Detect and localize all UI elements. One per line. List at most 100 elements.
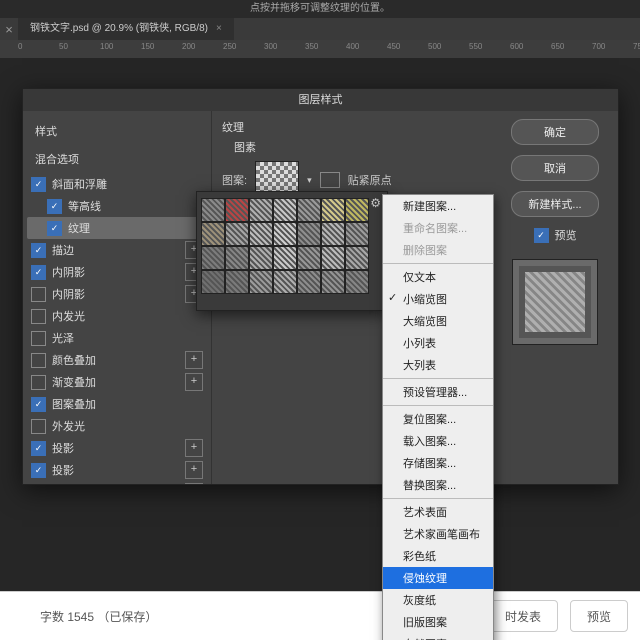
style-row[interactable]: 内阴影+ — [27, 283, 207, 305]
pattern-swatch-item[interactable] — [201, 270, 225, 294]
pattern-swatch-item[interactable] — [201, 198, 225, 222]
pattern-swatch-item[interactable] — [321, 198, 345, 222]
menu-item[interactable]: 存储图案... — [383, 452, 493, 474]
gear-icon[interactable]: ⚙ — [370, 196, 381, 210]
add-effect-icon[interactable]: + — [185, 439, 203, 457]
style-row[interactable]: 内发光 — [27, 305, 207, 327]
ok-button[interactable]: 确定 — [511, 119, 599, 145]
menu-item[interactable]: 仅文本 — [383, 266, 493, 288]
style-row[interactable]: ✓斜面和浮雕 — [27, 173, 207, 195]
pattern-swatch-item[interactable] — [225, 246, 249, 270]
cancel-button[interactable]: 取消 — [511, 155, 599, 181]
pattern-swatch-item[interactable] — [249, 198, 273, 222]
pattern-swatch-item[interactable] — [297, 198, 321, 222]
close-doc-button[interactable]: × — [0, 22, 18, 37]
menu-item[interactable]: 预设管理器... — [383, 381, 493, 403]
pattern-swatch-item[interactable] — [225, 222, 249, 246]
checkbox-icon[interactable] — [31, 331, 46, 346]
style-row[interactable]: ✓纹理 — [27, 217, 207, 239]
checkbox-icon[interactable] — [31, 309, 46, 324]
style-row[interactable]: ✓等高线 — [27, 195, 207, 217]
style-row[interactable]: 渐变叠加+ — [27, 371, 207, 393]
new-style-button[interactable]: 新建样式... — [511, 191, 599, 217]
checkbox-icon[interactable]: ✓ — [31, 441, 46, 456]
styles-header[interactable]: 样式 — [27, 117, 207, 145]
menu-item: 删除图案 — [383, 239, 493, 261]
checkbox-icon[interactable] — [31, 353, 46, 368]
pattern-swatch-item[interactable] — [321, 246, 345, 270]
style-row[interactable]: ✓图案叠加 — [27, 393, 207, 415]
menu-item[interactable]: 艺术家画笔画布 — [383, 523, 493, 545]
close-icon[interactable]: × — [216, 18, 222, 40]
menu-item[interactable]: 彩色纸 — [383, 545, 493, 567]
style-row[interactable]: ✓ 投影+ — [27, 459, 207, 481]
checkbox-icon[interactable]: ✓ — [31, 463, 46, 478]
document-tab[interactable]: 钢铁文字.psd @ 20.9% (钢铁侠, RGB/8) × — [18, 18, 234, 40]
menu-item[interactable]: 自然图案 — [383, 633, 493, 640]
pattern-swatch-item[interactable] — [225, 270, 249, 294]
preview-checkbox[interactable]: ✓ 预览 — [534, 227, 577, 243]
pattern-swatch-item[interactable] — [273, 270, 297, 294]
menu-item[interactable]: 载入图案... — [383, 430, 493, 452]
pattern-swatch-item[interactable] — [249, 246, 273, 270]
menu-item[interactable]: 灰度纸 — [383, 589, 493, 611]
checkbox-icon[interactable]: ✓ — [31, 397, 46, 412]
style-row[interactable]: ✓内阴影+ — [27, 261, 207, 283]
pattern-swatch-item[interactable] — [225, 198, 249, 222]
preview-button[interactable]: 预览 — [570, 600, 628, 632]
checkbox-icon[interactable]: ✓ — [31, 265, 46, 280]
snap-origin-button[interactable]: 贴紧原点 — [348, 172, 392, 188]
style-row[interactable]: 投影+ — [27, 481, 207, 484]
pattern-swatch-item[interactable] — [273, 198, 297, 222]
pattern-swatch-item[interactable] — [297, 270, 321, 294]
menu-item[interactable]: 小列表 — [383, 332, 493, 354]
add-effect-icon[interactable]: + — [185, 373, 203, 391]
pattern-swatch-item[interactable] — [321, 270, 345, 294]
menu-item[interactable]: 新建图案... — [383, 195, 493, 217]
add-effect-icon[interactable]: + — [185, 351, 203, 369]
checkbox-icon[interactable] — [31, 419, 46, 434]
document-tab-bar: × 钢铁文字.psd @ 20.9% (钢铁侠, RGB/8) × — [0, 18, 640, 40]
menu-item-label: 替换图案... — [403, 480, 456, 492]
checkbox-icon[interactable]: ✓ — [47, 221, 62, 236]
pattern-swatch-item[interactable] — [249, 222, 273, 246]
menu-item-label: 大列表 — [403, 360, 436, 372]
checkbox-icon[interactable] — [31, 375, 46, 390]
menu-item[interactable]: 艺术表面 — [383, 501, 493, 523]
pattern-swatch-item[interactable] — [321, 222, 345, 246]
snap-origin-icon[interactable] — [320, 172, 340, 188]
dialog-actions: 确定 取消 新建样式... ✓ 预览 — [492, 111, 618, 484]
menu-item[interactable]: 大缩览图 — [383, 310, 493, 332]
checkbox-icon[interactable]: ✓ — [47, 199, 62, 214]
pattern-swatch-item[interactable] — [201, 246, 225, 270]
add-effect-icon[interactable]: + — [185, 461, 203, 479]
pattern-swatch-item[interactable] — [345, 270, 369, 294]
schedule-button[interactable]: 时发表 — [488, 600, 558, 632]
menu-item[interactable]: 复位图案... — [383, 408, 493, 430]
pattern-swatch-item[interactable] — [345, 198, 369, 222]
chevron-down-icon[interactable]: ▾ — [307, 175, 312, 186]
style-row[interactable]: ✓投影+ — [27, 437, 207, 459]
pattern-swatch-item[interactable] — [201, 222, 225, 246]
pattern-swatch-item[interactable] — [297, 246, 321, 270]
style-row[interactable]: 外发光 — [27, 415, 207, 437]
menu-item[interactable]: 侵蚀纹理 — [383, 567, 493, 589]
menu-item[interactable]: 大列表 — [383, 354, 493, 376]
style-row[interactable]: ✓描边+ — [27, 239, 207, 261]
checkbox-icon[interactable]: ✓ — [31, 243, 46, 258]
menu-item[interactable]: 旧版图案 — [383, 611, 493, 633]
pattern-swatch-item[interactable] — [297, 222, 321, 246]
menu-item[interactable]: 替换图案... — [383, 474, 493, 496]
pattern-swatch-item[interactable] — [273, 222, 297, 246]
add-effect-icon[interactable]: + — [185, 483, 203, 484]
menu-item[interactable]: ✓小缩览图 — [383, 288, 493, 310]
pattern-swatch-item[interactable] — [345, 222, 369, 246]
style-row[interactable]: 光泽 — [27, 327, 207, 349]
blend-options-header[interactable]: 混合选项 — [27, 145, 207, 173]
style-row[interactable]: 颜色叠加+ — [27, 349, 207, 371]
checkbox-icon[interactable]: ✓ — [31, 177, 46, 192]
pattern-swatch-item[interactable] — [345, 246, 369, 270]
pattern-swatch-item[interactable] — [273, 246, 297, 270]
checkbox-icon[interactable] — [31, 287, 46, 302]
pattern-swatch-item[interactable] — [249, 270, 273, 294]
